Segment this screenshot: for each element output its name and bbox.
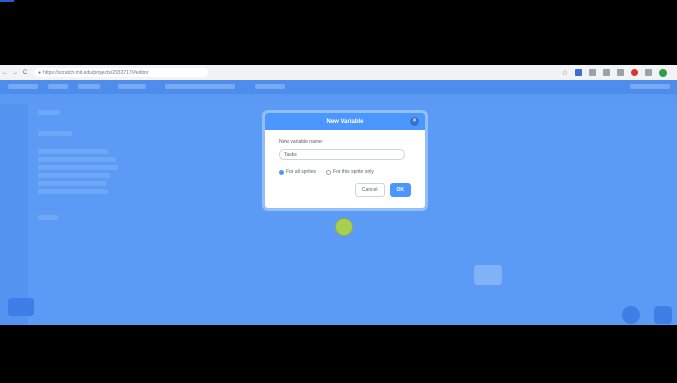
palette-block — [38, 131, 72, 136]
menu-item — [48, 84, 68, 89]
cancel-button[interactable]: Cancel — [354, 183, 385, 197]
menu-item — [8, 84, 38, 89]
menu-item — [78, 84, 100, 89]
palette-block — [38, 149, 108, 154]
radio-selected-icon — [279, 169, 284, 175]
new-variable-dialog: New Variable × New variable name: For al… — [265, 113, 425, 208]
add-sprite-icon — [622, 306, 640, 324]
dialog-buttons: Cancel OK — [279, 183, 411, 197]
extension-icon[interactable] — [617, 69, 624, 76]
dialog-title: New Variable — [326, 118, 364, 125]
editor-menu-bar — [0, 80, 677, 94]
ok-button[interactable]: OK — [389, 183, 411, 197]
profile-avatar[interactable] — [659, 68, 667, 77]
variable-name-label: New variable name: — [279, 139, 324, 145]
menu-item — [165, 84, 235, 89]
radio-this-sprite-label: For this sprite only — [333, 169, 374, 175]
variable-name-input[interactable] — [279, 149, 405, 160]
palette-block — [38, 173, 110, 178]
radio-unselected-icon — [326, 169, 332, 175]
sprite-cat-icon — [335, 218, 353, 236]
radio-all-sprites-label: For all sprites — [286, 169, 317, 175]
palette-block — [38, 215, 58, 220]
url-text: https://scratch.mit.edu/projects/2933717… — [43, 69, 149, 76]
top-progress-line — [0, 0, 14, 2]
radio-this-sprite[interactable]: For this sprite only — [326, 169, 374, 175]
extension-icon[interactable] — [631, 69, 638, 76]
reload-icon[interactable]: C — [20, 70, 30, 76]
block-categories — [0, 104, 28, 325]
menu-item — [118, 84, 146, 89]
palette-block — [38, 165, 118, 170]
forward-icon[interactable]: → — [10, 70, 20, 76]
extension-icon[interactable] — [575, 69, 582, 76]
editor-tabs — [0, 94, 677, 104]
menu-item — [630, 84, 670, 89]
scope-options: For all sprites For this sprite only — [279, 169, 411, 175]
palette-block — [38, 157, 116, 162]
close-icon[interactable]: × — [410, 117, 419, 126]
extension-icon[interactable] — [645, 69, 652, 76]
radio-all-sprites[interactable]: For all sprites — [279, 169, 316, 175]
add-backdrop-icon — [654, 306, 672, 324]
extension-icon[interactable] — [603, 69, 610, 76]
sprite-thumbnail — [474, 265, 502, 285]
add-extension-icon — [8, 298, 34, 316]
address-bar[interactable]: ● https://scratch.mit.edu/projects/29337… — [34, 68, 208, 77]
extension-icon[interactable] — [589, 69, 596, 76]
back-icon[interactable]: ← — [0, 70, 10, 76]
palette-block — [38, 110, 60, 115]
palette-block — [38, 181, 106, 186]
video-frame: ← → C ● https://scratch.mit.edu/projects… — [0, 65, 677, 325]
bookmark-star-icon[interactable]: ☆ — [562, 69, 568, 77]
dialog-body: New variable name: For all sprites For t… — [265, 130, 425, 206]
dialog-header: New Variable × — [265, 113, 425, 130]
browser-toolbar: ← → C ● https://scratch.mit.edu/projects… — [0, 65, 677, 80]
menu-item — [255, 84, 285, 89]
extensions-area: ☆ — [562, 68, 677, 77]
lock-icon: ● — [38, 69, 42, 76]
palette-block — [38, 189, 108, 194]
